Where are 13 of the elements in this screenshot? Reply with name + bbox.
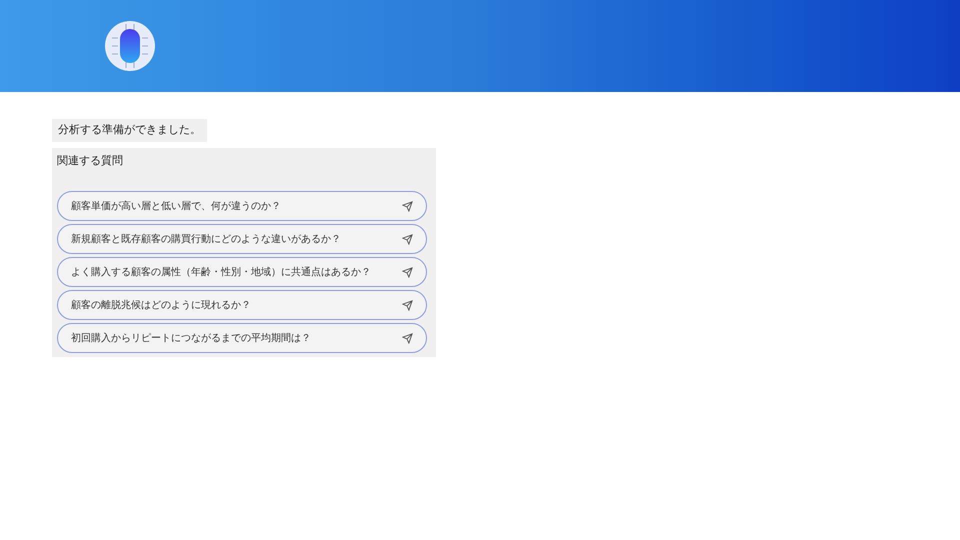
logo-icon <box>104 20 156 72</box>
send-icon <box>402 266 413 278</box>
question-button[interactable]: よく購入する顧客の属性（年齢・性別・地域）に共通点はあるか？ <box>57 257 427 287</box>
panel-title: 関連する質問 <box>57 152 124 168</box>
question-button[interactable]: 新規顧客と既存顧客の購買行動にどのような違いがあるか？ <box>57 224 427 254</box>
question-button[interactable]: 初回購入からリピートにつながるまでの平均期間は？ <box>57 323 427 353</box>
send-icon <box>402 300 413 310</box>
question-button[interactable]: 顧客単価が高い層と低い層で、何が違うのか？ <box>57 191 427 221</box>
send-icon <box>402 332 413 344</box>
question-button[interactable]: 顧客の離脱兆候はどのように現れるか？ <box>57 290 427 320</box>
chat-message: 分析する準備ができました。 <box>52 119 207 142</box>
send-icon <box>402 200 413 212</box>
send-icon <box>402 234 413 244</box>
